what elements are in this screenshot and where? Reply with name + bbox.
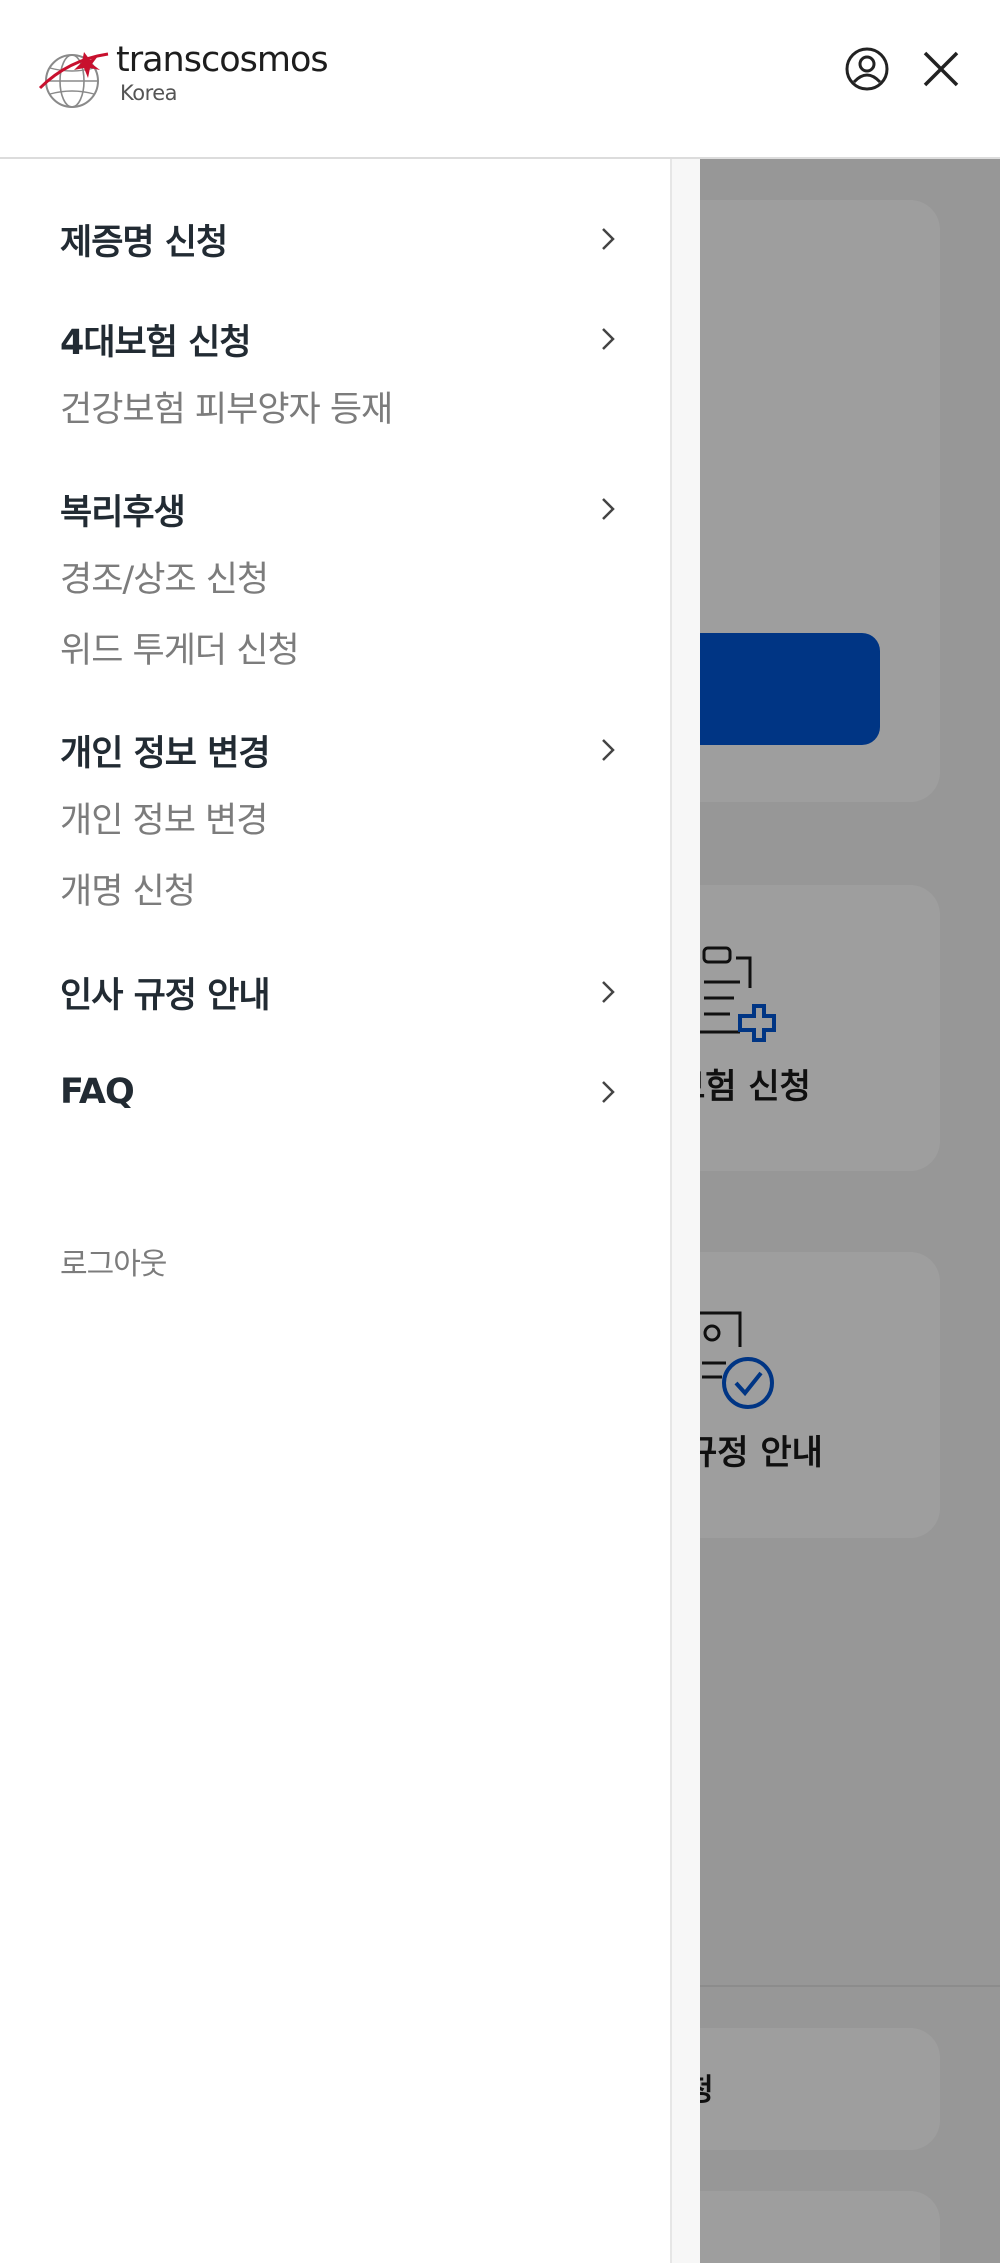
- chevron-right-icon: [596, 735, 620, 765]
- menu-section-label: 제증명 신청: [60, 222, 228, 263]
- chevron-right-icon: [596, 224, 620, 254]
- menu-section-label: 복리후생: [60, 492, 186, 533]
- menu-sub-item[interactable]: 개인 정보 변경: [60, 792, 268, 843]
- menu-section-personal-info[interactable]: 개인 정보 변경: [60, 720, 620, 780]
- menu-section-insurance[interactable]: 4대보험 신청: [60, 309, 620, 369]
- menu-section-faq[interactable]: FAQ: [60, 1062, 620, 1122]
- menu-section-welfare[interactable]: 복리후생: [60, 479, 620, 539]
- globe-logo-icon: [38, 52, 109, 108]
- menu-section-label: 개인 정보 변경: [60, 733, 271, 774]
- close-icon: [923, 51, 959, 87]
- menu-section-hr-rules[interactable]: 인사 규정 안내: [60, 962, 620, 1022]
- chevron-right-icon: [596, 977, 620, 1007]
- logo-wordmark: transcosmos: [116, 40, 329, 80]
- logout-link[interactable]: 로그아웃: [60, 1239, 167, 1283]
- user-circle-icon: [845, 47, 889, 91]
- menu-section-label: FAQ: [60, 1072, 135, 1112]
- menu-sub-item[interactable]: 위드 투게더 신청: [60, 622, 300, 673]
- app-header: transcosmos Korea: [0, 0, 1000, 159]
- menu-section-label: 인사 규정 안내: [60, 975, 271, 1016]
- chevron-right-icon: [596, 1077, 620, 1107]
- menu-sub-item[interactable]: 건강보험 피부양자 등재: [60, 381, 393, 432]
- menu-sub-item[interactable]: 경조/상조 신청: [60, 551, 269, 602]
- menu-section-label: 4대보험 신청: [60, 322, 252, 363]
- menu-section-certificate[interactable]: 제증명 신청: [60, 209, 620, 269]
- menu-sub-item[interactable]: 개명 신청: [60, 863, 196, 914]
- side-drawer: 제증명 신청 4대보험 신청 건강보험 피부양자 등재 복리후생 경조/상조 신…: [0, 159, 700, 2263]
- chevron-right-icon: [596, 494, 620, 524]
- logo[interactable]: transcosmos Korea: [38, 40, 338, 114]
- chevron-right-icon: [596, 324, 620, 354]
- logo-subtitle: Korea: [120, 81, 178, 105]
- page: transcosmos Korea 보험 신청 규정 안내 제증명 신청 4대보…: [0, 0, 1000, 2263]
- close-menu-button[interactable]: [918, 46, 964, 92]
- drawer-edge: [670, 159, 700, 2263]
- user-profile-button[interactable]: [844, 46, 890, 92]
